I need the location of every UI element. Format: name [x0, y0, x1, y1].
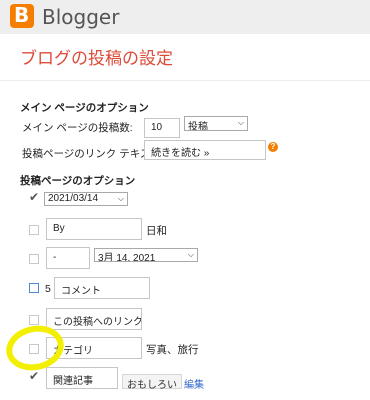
posts-unit-select[interactable]: 投稿 ⌵ — [184, 116, 248, 131]
timestamp-format-select[interactable]: 3月 14, 2021 ⌵ — [94, 248, 198, 262]
posted-by-input[interactable]: By — [46, 218, 142, 240]
checkbox-comments[interactable] — [29, 283, 39, 293]
posts-unit-value: 投稿 — [188, 122, 208, 131]
checkbox-labels[interactable] — [29, 344, 39, 354]
readmore-label: 投稿ページのリンク テキスト: — [22, 148, 164, 160]
labels-input[interactable]: カテゴリ — [46, 337, 142, 359]
comments-input[interactable]: コメント — [54, 277, 150, 299]
date-header-select[interactable]: 2021/03/14 ⌵ — [44, 192, 128, 206]
posts-count-label: メイン ページの投稿数: — [22, 122, 133, 134]
logo-letter: B — [14, 3, 30, 27]
chevron-down-icon: ⌵ — [237, 118, 244, 127]
posted-by-suffix: 日和 — [146, 225, 167, 237]
help-glyph: ? — [270, 142, 276, 151]
checkbox-date-checked-icon[interactable]: ✔ — [29, 191, 39, 203]
posts-count-input[interactable]: 10 — [144, 118, 180, 138]
brand-name[interactable]: Blogger — [42, 5, 119, 29]
app-header: B Blogger — [0, 0, 370, 34]
checkbox-backlinks[interactable] — [29, 315, 39, 325]
chevron-down-icon: ⌵ — [187, 250, 194, 259]
reaction-button[interactable]: おもしろい — [122, 374, 182, 391]
timestamp-label-input[interactable]: - — [46, 247, 90, 269]
post-options-heading: 投稿ページのオプション — [20, 175, 136, 187]
page-title: ブログの投稿の設定 — [20, 49, 173, 68]
checkbox-timestamp[interactable] — [29, 254, 39, 264]
labels-suffix: 写真、旅行 — [146, 344, 199, 356]
reactions-input[interactable]: 関連記事 — [46, 367, 118, 389]
readmore-input[interactable]: 続きを読む » — [144, 140, 266, 160]
date-header-value: 2021/03/14 — [48, 193, 99, 204]
edit-link[interactable]: 編集 — [184, 376, 204, 391]
comments-count: 5 — [45, 283, 51, 295]
divider — [0, 80, 370, 81]
blogger-logo-icon[interactable]: B — [10, 3, 34, 28]
timestamp-format-value: 3月 14, 2021 — [98, 253, 156, 262]
chevron-down-icon: ⌵ — [117, 194, 124, 203]
checkbox-reactions-checked-icon[interactable]: ✔ — [29, 370, 39, 382]
help-icon[interactable]: ? — [268, 142, 278, 152]
main-options-heading: メイン ページのオプション — [20, 102, 149, 114]
checkbox-posted-by[interactable] — [29, 225, 39, 235]
backlinks-input[interactable]: この投稿へのリンク — [46, 308, 142, 330]
